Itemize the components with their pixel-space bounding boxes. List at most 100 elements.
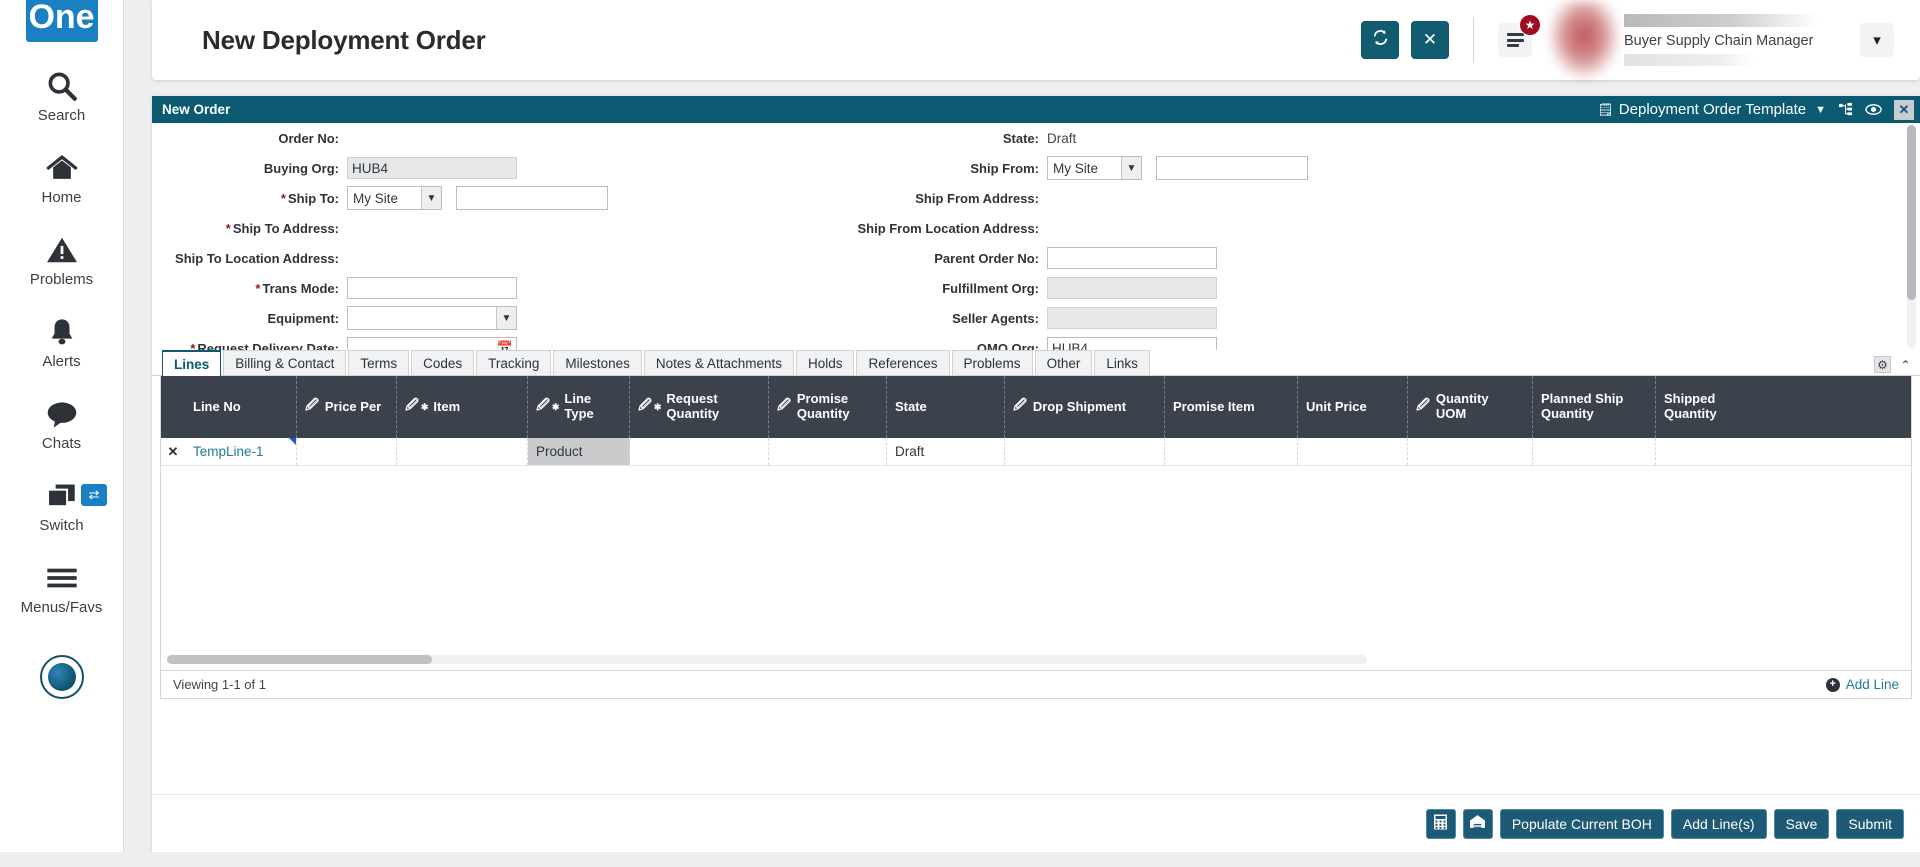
gear-icon[interactable]: ⚙: [1874, 356, 1891, 373]
col-shipped-quantity[interactable]: Shipped Quantity: [1656, 376, 1766, 438]
chevron-down-icon: ▾: [1873, 32, 1881, 49]
refresh-button[interactable]: [1361, 21, 1399, 59]
ship-from-input[interactable]: [1156, 156, 1308, 180]
chevron-down-icon: ▼: [421, 187, 441, 209]
cell-unit-price[interactable]: [1298, 438, 1408, 465]
tab-references[interactable]: References: [856, 350, 950, 375]
cell-request-quantity[interactable]: [630, 438, 769, 465]
tab-codes[interactable]: Codes: [411, 350, 475, 375]
swap-arrows-icon[interactable]: ⇄: [81, 484, 107, 506]
tab-tracking[interactable]: Tracking: [476, 350, 552, 375]
ship-to-input[interactable]: [456, 186, 608, 210]
tab-lines[interactable]: Lines: [162, 350, 222, 376]
col-label: Line Type: [564, 391, 594, 421]
parent-order-no-input[interactable]: [1047, 247, 1217, 269]
omo-org-input[interactable]: [1047, 337, 1217, 350]
company-logo-icon[interactable]: [39, 655, 84, 699]
ship-from-select[interactable]: My Site ▼: [1047, 156, 1142, 180]
add-line-button[interactable]: + Add Line: [1825, 677, 1899, 692]
col-promise-quantity[interactable]: 🖉 Promise Quantity: [769, 376, 887, 438]
cell-price-per[interactable]: [297, 438, 397, 465]
tab-links[interactable]: Links: [1094, 350, 1150, 375]
cell-shipped-quantity[interactable]: [1656, 438, 1766, 465]
chat-bubble-icon: [45, 396, 79, 432]
col-line-no[interactable]: Line No: [185, 376, 297, 438]
request-delivery-date-input[interactable]: [347, 337, 517, 350]
template-selector[interactable]: 🗒 Deployment Order Template ▼: [1597, 101, 1826, 118]
user-role: Buyer Supply Chain Manager: [1624, 33, 1814, 49]
cell-drop-shipment[interactable]: [1005, 438, 1165, 465]
fulfillment-org-input[interactable]: [1047, 277, 1217, 299]
delete-row-button[interactable]: ✕: [161, 438, 185, 465]
trans-mode-input[interactable]: [347, 277, 517, 299]
panel-close-button[interactable]: ✕: [1894, 99, 1914, 120]
seller-agents-input[interactable]: [1047, 307, 1217, 329]
calculator-button[interactable]: [1425, 808, 1456, 839]
cell-item[interactable]: [397, 438, 528, 465]
tab-problems[interactable]: Problems: [951, 350, 1033, 375]
cell-quantity-uom[interactable]: [1408, 438, 1533, 465]
line-no-link[interactable]: TempLine-1: [193, 444, 264, 459]
page-bottom-strip: [0, 852, 1920, 867]
cell-planned-ship-quantity[interactable]: [1533, 438, 1656, 465]
col-unit-price[interactable]: Unit Price: [1298, 376, 1408, 438]
grid-scrollbar-thumb[interactable]: [167, 655, 432, 664]
tab-holds[interactable]: Holds: [795, 350, 855, 375]
col-label: Drop Shipment: [1032, 398, 1127, 414]
submit-button[interactable]: Submit: [1836, 808, 1904, 839]
app-logo[interactable]: One: [25, 0, 98, 42]
sidebar-item-search[interactable]: Search: [0, 68, 123, 124]
sidebar-item-chats[interactable]: Chats: [0, 396, 123, 452]
col-quantity-uom[interactable]: 🖉 Quantity UOM: [1408, 376, 1533, 438]
tab-terms[interactable]: Terms: [348, 350, 410, 375]
form-column-right: State: Draft Ship From: My Site ▼ Ship F…: [852, 123, 1552, 350]
col-drop-shipment[interactable]: 🖉 Drop Shipment: [1005, 376, 1165, 438]
tab-bar: Lines Billing & Contact Terms Codes Trac…: [152, 350, 1920, 376]
col-request-quantity[interactable]: 🖉 ✱ Request Quantity: [630, 376, 769, 438]
chevron-up-icon[interactable]: ⌃: [1897, 356, 1914, 373]
col-price-per[interactable]: 🖉 Price Per: [297, 376, 397, 438]
col-planned-ship-quantity[interactable]: Planned Ship Quantity: [1533, 376, 1656, 438]
col-promise-item[interactable]: Promise Item: [1165, 376, 1298, 438]
order-panel: New Order 🗒 Deployment Order Template ▼ …: [152, 96, 1920, 852]
warehouse-button[interactable]: [1462, 808, 1493, 839]
tab-billing-contact[interactable]: Billing & Contact: [223, 350, 347, 375]
user-menu-button[interactable]: ▾: [1860, 23, 1894, 57]
buying-org-input[interactable]: [347, 157, 517, 179]
save-button[interactable]: Save: [1773, 808, 1830, 839]
avatar: [1548, 0, 1620, 80]
value-state: Draft: [1047, 130, 1077, 146]
form-scrollbar-thumb[interactable]: [1907, 125, 1916, 300]
tab-notes-attachments[interactable]: Notes & Attachments: [643, 350, 794, 375]
ship-to-select[interactable]: My Site ▼: [347, 186, 442, 210]
table-row[interactable]: ✕ TempLine-1 Product Draft: [161, 438, 1911, 466]
equipment-select[interactable]: ▼: [347, 306, 517, 330]
sidebar-item-problems[interactable]: Problems: [0, 232, 123, 288]
sitemap-icon[interactable]: [1838, 102, 1853, 117]
sidebar-label-search: Search: [37, 107, 86, 124]
sidebar-item-alerts[interactable]: Alerts: [0, 314, 123, 370]
close-page-button[interactable]: ✕: [1411, 21, 1449, 59]
grid-horizontal-scrollbar[interactable]: [167, 655, 1367, 664]
sidebar-item-switch[interactable]: ⇄ Switch: [0, 478, 123, 534]
col-item[interactable]: 🖉 ✱ Item: [397, 376, 528, 438]
cell-promise-quantity[interactable]: [769, 438, 887, 465]
cell-state[interactable]: Draft: [887, 438, 1005, 465]
calendar-icon[interactable]: 📅: [497, 340, 513, 350]
col-label: Promise Quantity: [796, 391, 850, 421]
tab-milestones[interactable]: Milestones: [553, 350, 642, 375]
cell-line-type[interactable]: Product: [528, 438, 630, 465]
add-lines-button[interactable]: Add Line(s): [1670, 808, 1767, 839]
sidebar-label-switch: Switch: [39, 517, 84, 534]
left-navigation-rail: One Search Home Problems Alerts Chats ⇄ …: [0, 0, 124, 867]
sidebar-item-home[interactable]: Home: [0, 150, 123, 206]
cell-promise-item[interactable]: [1165, 438, 1298, 465]
eye-icon[interactable]: [1865, 103, 1882, 116]
cell-line-no[interactable]: TempLine-1: [185, 438, 297, 465]
tab-other[interactable]: Other: [1034, 350, 1093, 375]
form-scrollbar[interactable]: [1907, 125, 1916, 348]
populate-current-boh-button[interactable]: Populate Current BOH: [1499, 808, 1664, 839]
col-state[interactable]: State: [887, 376, 1005, 438]
col-line-type[interactable]: 🖉 ✱ Line Type: [528, 376, 630, 438]
sidebar-item-menus-favs[interactable]: Menus/Favs: [0, 560, 123, 616]
